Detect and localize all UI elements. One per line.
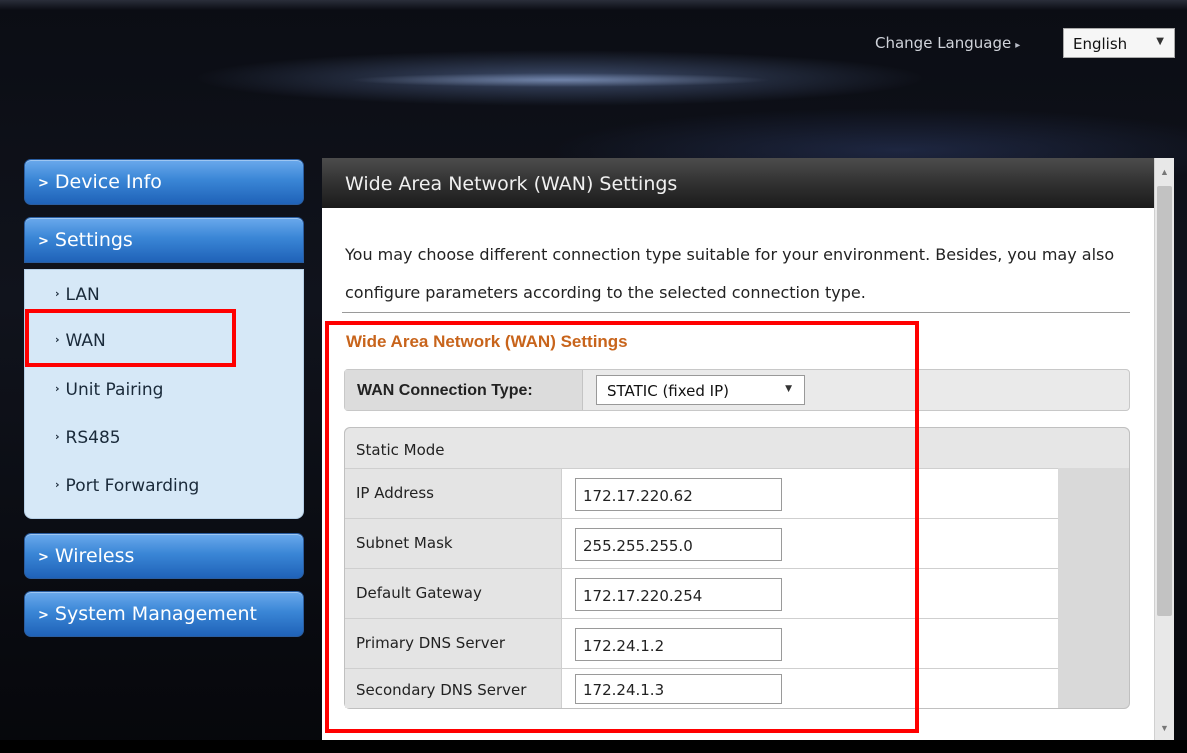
divider xyxy=(342,312,1130,313)
sidebar-item-label: Device Info xyxy=(54,171,162,193)
sidebar-item-device-info[interactable]: > Device Info xyxy=(24,159,304,205)
sidebar-item-label: Settings xyxy=(54,229,133,251)
change-language-text: Change Language xyxy=(875,34,1012,52)
wan-highlight-box xyxy=(25,309,236,367)
chevron-right-icon: ▸ xyxy=(1015,40,1021,51)
chevron-right-icon: › xyxy=(55,382,60,395)
change-language-label: Change Language ▸ xyxy=(875,34,1020,52)
chevron-down-icon: ▼ xyxy=(1156,36,1164,47)
chevron-right-icon: > xyxy=(38,176,49,191)
sidebar-item-lan[interactable]: › LAN xyxy=(55,285,100,305)
sidebar-item-system-management[interactable]: > System Management xyxy=(24,591,304,637)
scrollbar[interactable]: ▲ ▼ xyxy=(1154,158,1174,740)
sidebar-item-label: Wireless xyxy=(54,545,135,567)
sidebar-item-rs485[interactable]: › RS485 xyxy=(55,428,121,448)
page-title: Wide Area Network (WAN) Settings xyxy=(322,158,1154,208)
sidebar-item-settings[interactable]: > Settings xyxy=(24,217,304,263)
chevron-right-icon: > xyxy=(38,234,49,249)
sidebar-item-port-forwarding[interactable]: › Port Forwarding xyxy=(55,476,199,496)
sidebar-item-label: System Management xyxy=(54,603,257,625)
chevron-right-icon: › xyxy=(55,478,60,491)
sidebar-item-unit-pairing[interactable]: › Unit Pairing xyxy=(55,380,163,400)
scroll-up-icon[interactable]: ▲ xyxy=(1155,162,1174,182)
sidebar-item-wireless[interactable]: > Wireless xyxy=(24,533,304,579)
bottom-bar xyxy=(0,740,1187,753)
language-select[interactable]: English ▼ xyxy=(1063,28,1175,58)
chevron-right-icon: › xyxy=(55,287,60,300)
wan-settings-highlight-box xyxy=(325,321,919,733)
sidebar-item-label: Port Forwarding xyxy=(65,476,200,496)
top-edge xyxy=(0,0,1187,10)
chevron-right-icon: > xyxy=(38,608,49,623)
chevron-right-icon: > xyxy=(38,550,49,565)
chevron-right-icon: › xyxy=(55,430,60,443)
intro-text: You may choose different connection type… xyxy=(345,245,1115,302)
scroll-down-icon[interactable]: ▼ xyxy=(1155,718,1174,738)
scroll-thumb[interactable] xyxy=(1157,186,1172,616)
sidebar-item-label: LAN xyxy=(65,285,100,305)
language-selected-value: English xyxy=(1073,35,1128,53)
sidebar-item-label: Unit Pairing xyxy=(65,380,164,400)
sidebar-item-label: RS485 xyxy=(65,428,121,448)
